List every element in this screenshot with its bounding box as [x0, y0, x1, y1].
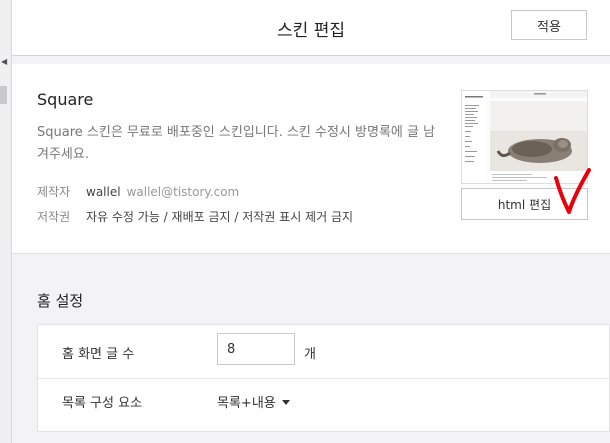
skin-name: Square [37, 90, 94, 109]
left-panel-edge: ◀ [0, 0, 12, 443]
list-component-value: 목록+내용 [217, 396, 276, 411]
license-text: 자유 수정 가능 / 재배포 금지 / 저작권 표시 제거 금지 [86, 210, 354, 224]
author-row: 제작자 wallel wallel@tistory.com [37, 183, 239, 200]
author-email: wallel@tistory.com [126, 185, 240, 199]
apply-button[interactable]: 적용 [511, 10, 587, 40]
list-component-dropdown[interactable]: 목록+내용 [217, 392, 290, 411]
list-component-row: 목록 구성 요소 목록+내용 [38, 379, 609, 432]
skin-info-panel: Square Square 스킨은 무료로 배포중인 스킨입니다. 스킨 수정시… [12, 64, 610, 254]
caret-down-icon [281, 400, 290, 405]
author-label: 제작자 [37, 185, 71, 199]
post-count-input[interactable] [217, 333, 295, 365]
post-count-unit: 개 [304, 347, 316, 362]
license-label: 저작권 [37, 210, 71, 224]
home-settings-title: 홈 설정 [37, 292, 84, 310]
home-settings-box: 홈 화면 글 수 개 목록 구성 요소 목록+내용 [37, 324, 610, 432]
section-gap [12, 56, 610, 64]
top-bar: 스킨 편집 적용 [12, 0, 610, 56]
chevron-left-icon[interactable]: ◀ [1, 58, 7, 66]
license-row: 저작권 자유 수정 가능 / 재배포 금지 / 저작권 표시 제거 금지 [37, 208, 353, 225]
author-name: wallel [86, 185, 121, 199]
post-count-label: 홈 화면 글 수 [62, 347, 135, 362]
post-count-row: 홈 화면 글 수 개 [38, 325, 609, 379]
scrollbar-thumb[interactable] [0, 86, 7, 104]
skin-description: Square 스킨은 무료로 배포중인 스킨입니다. 스킨 수정시 방명록에 글… [37, 125, 436, 162]
list-component-label: 목록 구성 요소 [62, 396, 143, 411]
red-checkmark-icon [554, 168, 591, 214]
